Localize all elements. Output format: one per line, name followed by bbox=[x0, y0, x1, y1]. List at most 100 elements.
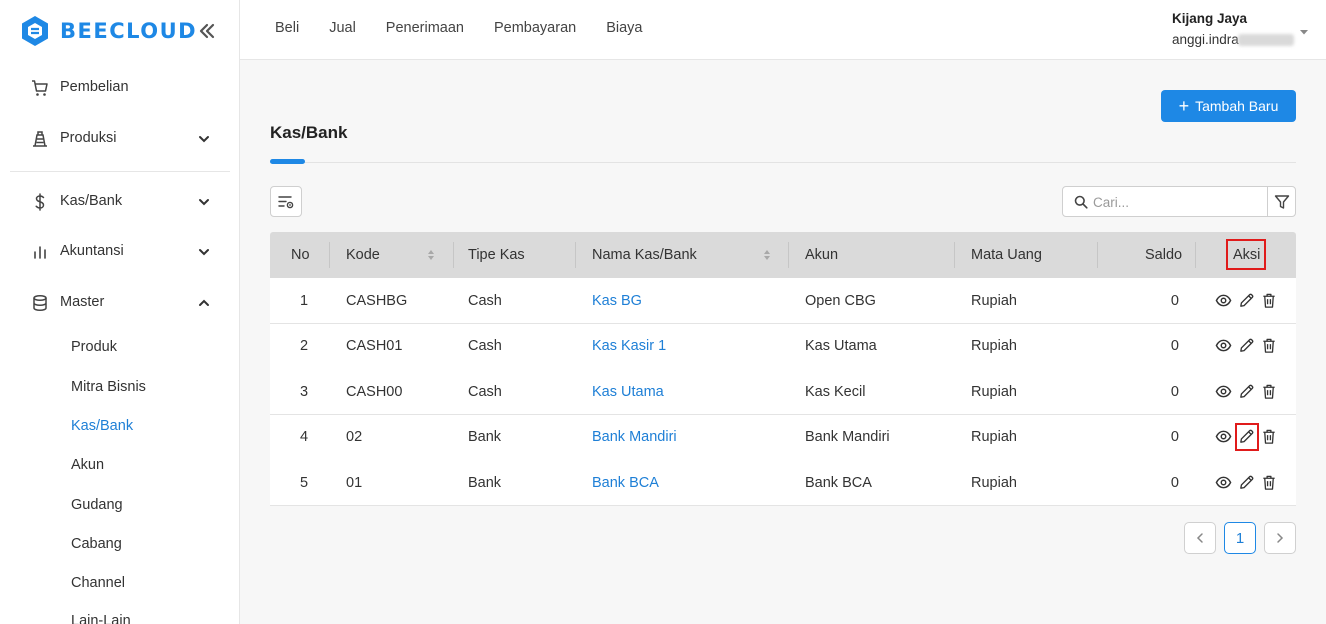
sidebar-item-pembelian[interactable]: Pembelian bbox=[10, 68, 230, 108]
beecloud-logo-icon bbox=[22, 16, 48, 46]
view-icon[interactable] bbox=[1214, 382, 1232, 400]
col-tipe-kas: Tipe Kas bbox=[468, 247, 525, 263]
cell-mata-uang: Rupiah bbox=[971, 383, 1017, 400]
column-separator bbox=[954, 242, 955, 268]
cell-mata-uang: Rupiah bbox=[971, 429, 1017, 446]
cell-saldo: 0 bbox=[1170, 429, 1179, 446]
sidebar: BEECLOUD Pembelian Produksi Kas/Bank Aku… bbox=[0, 0, 240, 624]
bar-chart-icon bbox=[30, 242, 50, 262]
company-name: Kijang Jaya bbox=[1172, 11, 1248, 26]
table-row: 2 CASH01 Cash Kas Kasir 1 Kas Utama Rupiah 0 bbox=[270, 323, 1296, 370]
next-page-button[interactable] bbox=[1264, 522, 1296, 554]
sidebar-item-label: Master bbox=[60, 294, 105, 310]
col-nama-kas-bank[interactable]: Nama Kas/Bank bbox=[592, 232, 697, 278]
sort-icon[interactable] bbox=[427, 249, 435, 261]
view-icon[interactable] bbox=[1214, 473, 1232, 491]
table-row: 1 CASHBG Cash Kas BG Open CBG Rupiah 0 bbox=[270, 278, 1296, 324]
nav-jual[interactable]: Jual bbox=[329, 20, 356, 36]
cell-akun: Bank Mandiri bbox=[805, 429, 890, 446]
cell-kode: CASH00 bbox=[346, 383, 403, 400]
column-separator bbox=[575, 242, 576, 268]
search-input[interactable] bbox=[1093, 192, 1263, 212]
nav-penerimaan[interactable]: Penerimaan bbox=[386, 20, 464, 36]
cell-tipe-kas: Bank bbox=[468, 429, 502, 446]
cell-no: 3 bbox=[300, 383, 309, 400]
cell-nama-kas-bank[interactable]: Kas Utama bbox=[592, 369, 664, 414]
edit-icon[interactable] bbox=[1237, 473, 1255, 491]
cell-mata-uang: Rupiah bbox=[971, 338, 1017, 355]
cell-tipe-kas: Bank bbox=[468, 474, 502, 491]
factory-icon bbox=[30, 129, 50, 149]
column-separator bbox=[1195, 242, 1196, 268]
edit-icon[interactable] bbox=[1237, 382, 1255, 400]
cell-saldo: 0 bbox=[1170, 338, 1179, 355]
cell-mata-uang: Rupiah bbox=[971, 292, 1017, 309]
sort-icon[interactable] bbox=[763, 249, 771, 261]
sidebar-sub-mitra-bisnis[interactable]: Mitra Bisnis bbox=[71, 379, 146, 395]
cell-kode: 01 bbox=[346, 474, 363, 491]
column-settings-button[interactable] bbox=[270, 186, 302, 217]
title-divider bbox=[270, 162, 1296, 163]
delete-icon[interactable] bbox=[1260, 291, 1278, 309]
cell-mata-uang: Rupiah bbox=[971, 474, 1017, 491]
chevron-down-icon bbox=[199, 249, 209, 256]
view-icon[interactable] bbox=[1214, 428, 1232, 446]
cart-icon bbox=[30, 78, 50, 98]
sidebar-item-produksi[interactable]: Produksi bbox=[10, 119, 230, 159]
table-row: 3 CASH00 Cash Kas Utama Kas Kecil Rupiah 0 bbox=[270, 369, 1296, 416]
cell-akun: Kas Kecil bbox=[805, 383, 866, 400]
delete-icon[interactable] bbox=[1260, 337, 1278, 355]
view-icon[interactable] bbox=[1214, 337, 1232, 355]
table-row: 5 01 Bank Bank BCA Bank BCA Rupiah 0 bbox=[270, 460, 1296, 507]
cell-no: 5 bbox=[300, 474, 309, 491]
filter-button[interactable] bbox=[1267, 186, 1296, 217]
cell-nama-kas-bank[interactable]: Kas BG bbox=[592, 278, 642, 323]
sidebar-sub-channel[interactable]: Channel bbox=[71, 575, 125, 591]
col-mata-uang: Mata Uang bbox=[971, 247, 1042, 263]
sidebar-item-akuntansi[interactable]: Akuntansi bbox=[10, 232, 230, 272]
col-kode[interactable]: Kode bbox=[346, 232, 380, 278]
page-title: Kas/Bank bbox=[270, 123, 348, 142]
nav-beli[interactable]: Beli bbox=[275, 20, 299, 36]
brand-name: BEECLOUD bbox=[60, 19, 198, 43]
edit-icon[interactable] bbox=[1237, 291, 1255, 309]
sidebar-sub-lain-lain[interactable]: Lain-Lain bbox=[71, 613, 131, 624]
cell-nama-kas-bank[interactable]: Bank BCA bbox=[592, 460, 659, 505]
add-new-label: Tambah Baru bbox=[1195, 98, 1279, 114]
plus-icon: + bbox=[1178, 96, 1190, 116]
sidebar-sub-cabang[interactable]: Cabang bbox=[71, 536, 122, 552]
title-accent-bar bbox=[270, 159, 305, 164]
sidebar-sub-kas-bank[interactable]: Kas/Bank bbox=[71, 418, 133, 434]
prev-page-button[interactable] bbox=[1184, 522, 1216, 554]
sidebar-sub-gudang[interactable]: Gudang bbox=[71, 497, 123, 513]
page-1-button[interactable]: 1 bbox=[1224, 522, 1256, 554]
view-icon[interactable] bbox=[1214, 291, 1232, 309]
edit-icon[interactable] bbox=[1237, 337, 1255, 355]
sidebar-item-kas-bank[interactable]: Kas/Bank bbox=[10, 182, 230, 222]
cell-tipe-kas: Cash bbox=[468, 338, 502, 355]
delete-icon[interactable] bbox=[1260, 473, 1278, 491]
sidebar-item-label: Kas/Bank bbox=[60, 193, 123, 209]
delete-icon[interactable] bbox=[1260, 428, 1278, 446]
column-separator bbox=[788, 242, 789, 268]
sidebar-item-master[interactable]: Master bbox=[10, 283, 230, 323]
search-box bbox=[1062, 186, 1268, 217]
nav-biaya[interactable]: Biaya bbox=[606, 20, 642, 36]
user-menu[interactable]: Kijang Jaya anggi.indra bbox=[1172, 10, 1322, 52]
add-new-button[interactable]: + Tambah Baru bbox=[1161, 90, 1296, 122]
cell-kode: CASH01 bbox=[346, 338, 403, 355]
brand[interactable]: BEECLOUD bbox=[20, 14, 197, 48]
delete-icon[interactable] bbox=[1260, 382, 1278, 400]
cell-nama-kas-bank[interactable]: Kas Kasir 1 bbox=[592, 324, 666, 369]
filter-icon bbox=[1274, 194, 1289, 209]
nav-pembayaran[interactable]: Pembayaran bbox=[494, 20, 576, 36]
chevron-right-icon bbox=[1277, 533, 1284, 543]
sidebar-divider bbox=[10, 171, 230, 172]
cell-nama-kas-bank[interactable]: Bank Mandiri bbox=[592, 415, 677, 460]
column-separator bbox=[1097, 242, 1098, 268]
sidebar-sub-produk[interactable]: Produk bbox=[71, 339, 117, 355]
top-bar: Beli Jual Penerimaan Pembayaran Biaya Ki… bbox=[240, 0, 1326, 60]
collapse-sidebar-icon[interactable] bbox=[196, 20, 218, 42]
sidebar-sub-akun[interactable]: Akun bbox=[71, 457, 104, 473]
col-akun: Akun bbox=[805, 247, 839, 263]
